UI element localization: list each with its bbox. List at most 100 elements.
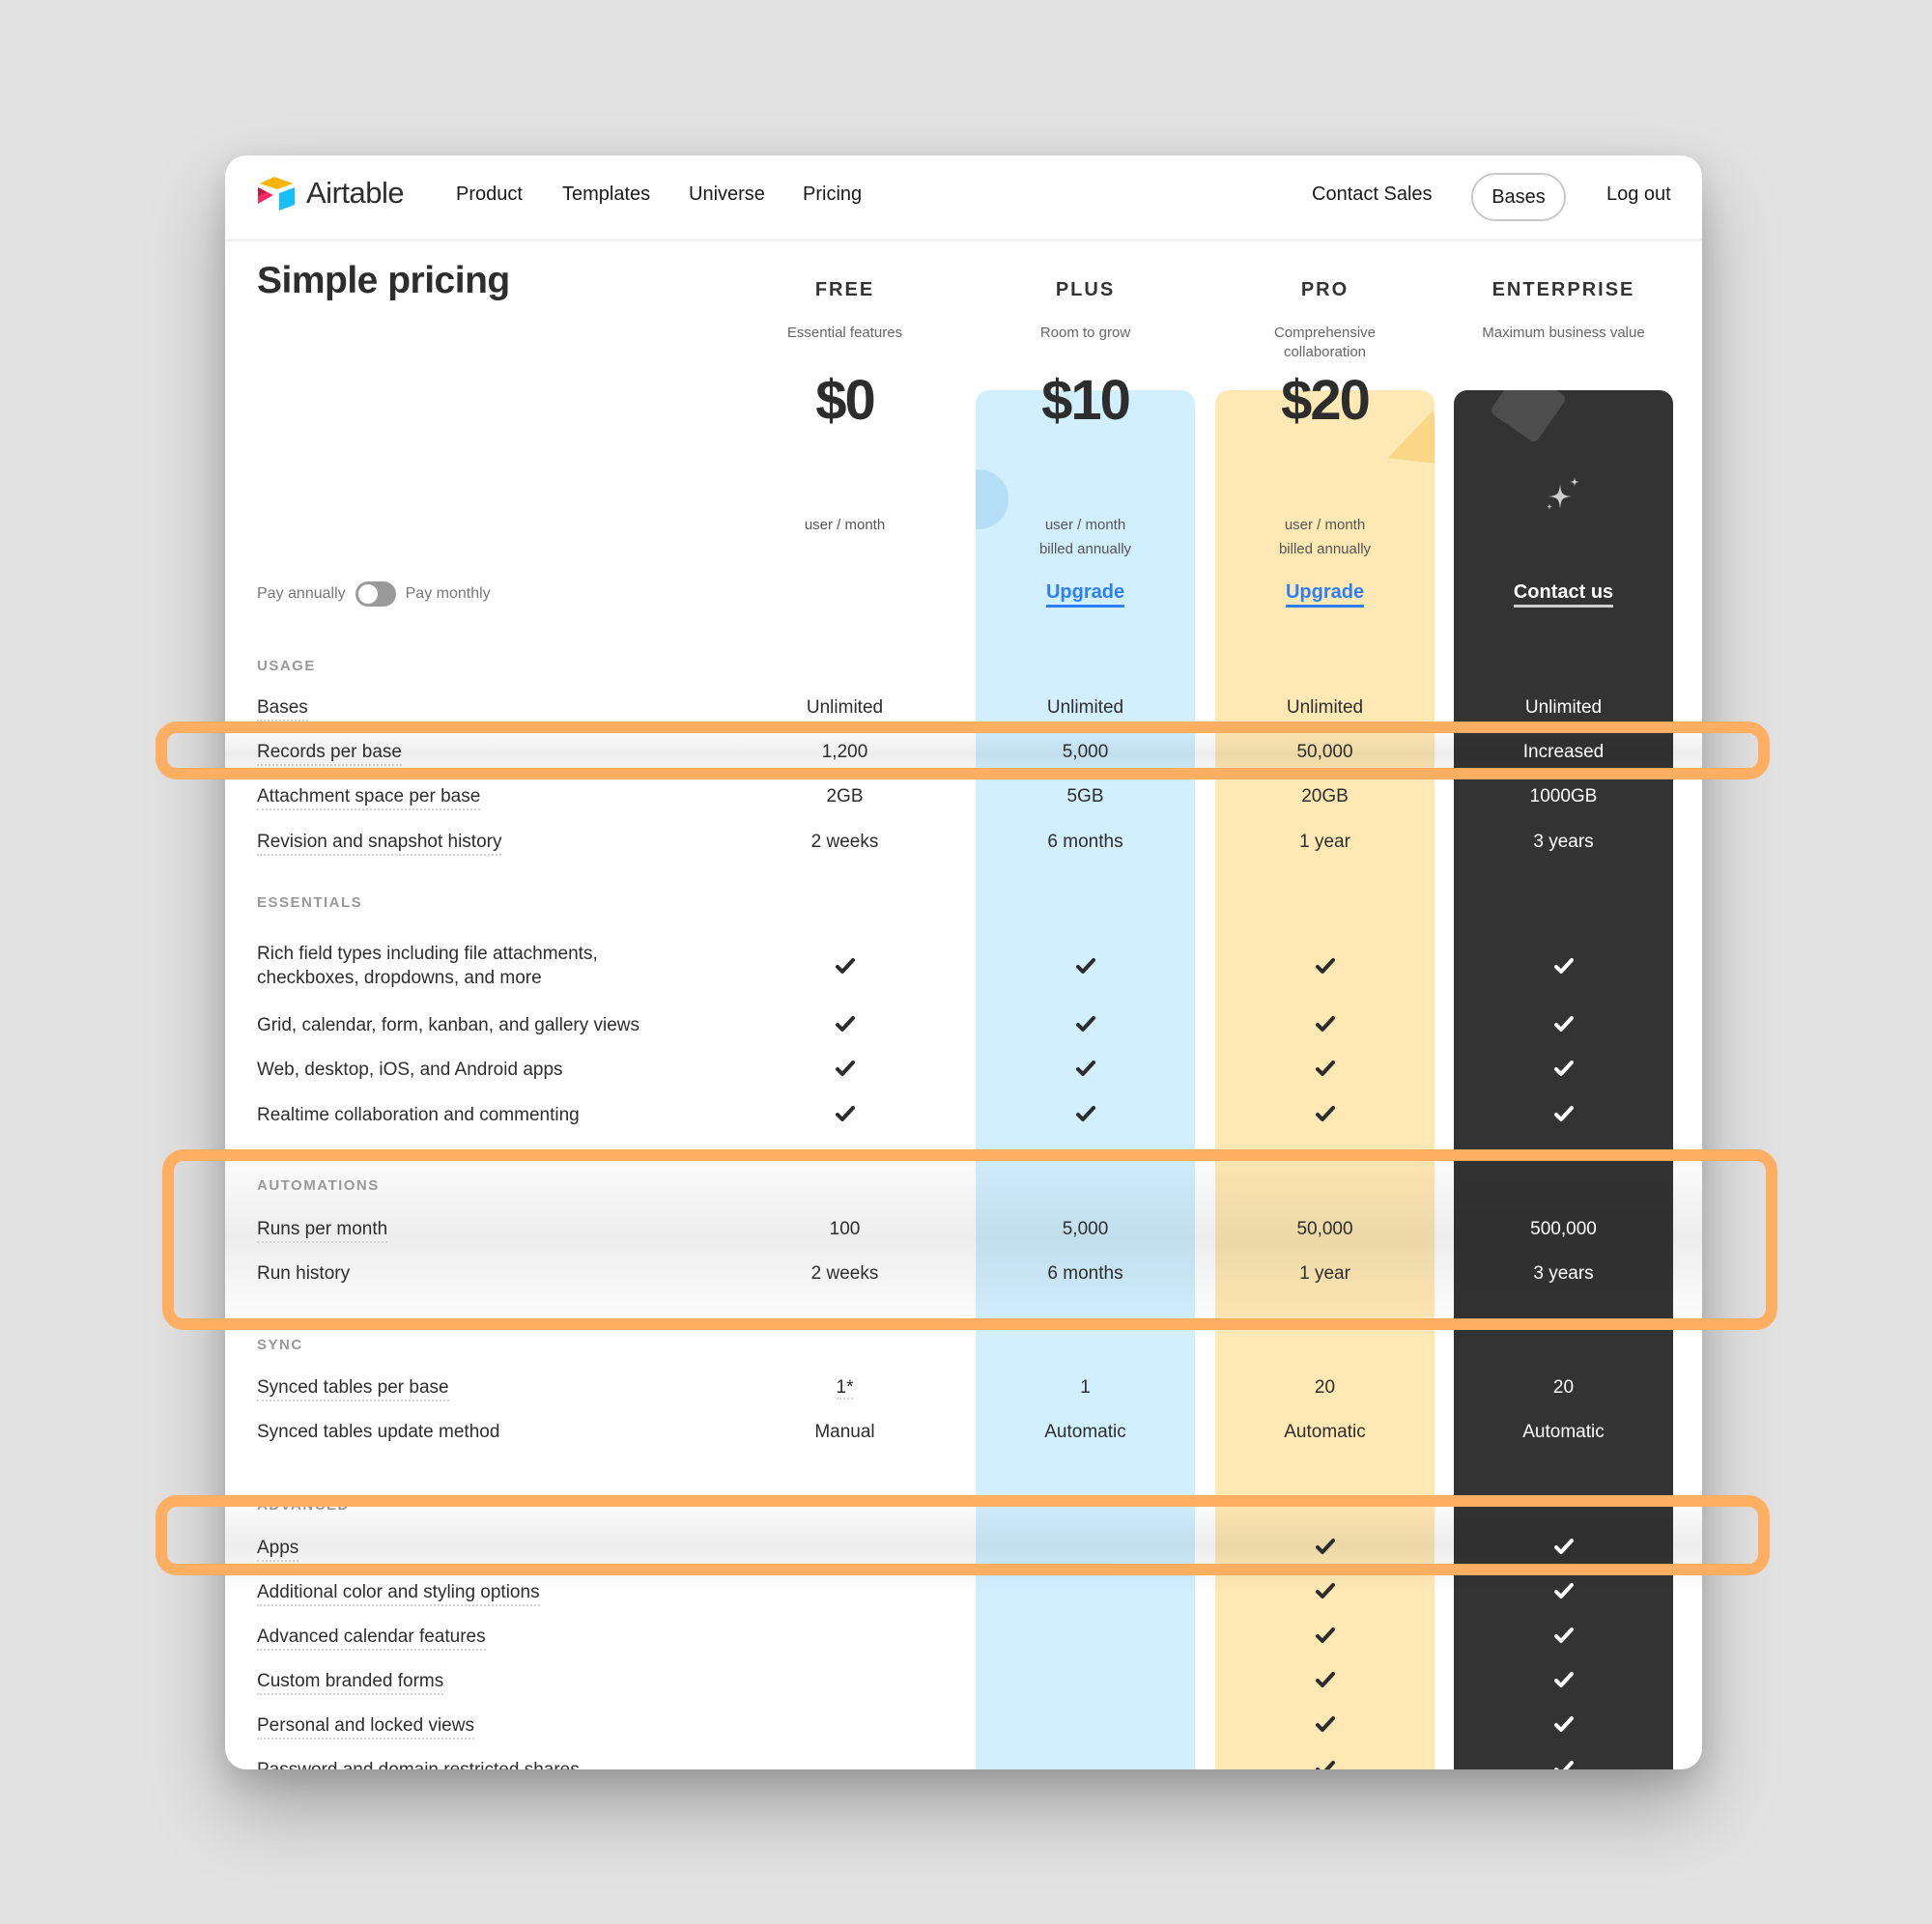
check-icon (1075, 957, 1095, 981)
feature-value-pro: 50,000 (1215, 1217, 1435, 1241)
feature-label[interactable]: Password and domain restricted shares (257, 1758, 580, 1769)
feature-label[interactable]: Synced tables per base (257, 1375, 449, 1401)
feature-value-text: 2 weeks (810, 1263, 879, 1284)
tier-name-free: FREE (814, 279, 875, 300)
price-unit-free: user / month (804, 517, 886, 533)
feature-value-enterprise (1454, 1060, 1673, 1084)
upgrade-pro-label[interactable]: Upgrade (1285, 581, 1365, 608)
feature-value-plus (976, 1105, 1195, 1129)
feature-value-pro (1215, 1105, 1435, 1129)
feature-value-plus (976, 1015, 1195, 1039)
check-icon (1315, 1105, 1335, 1129)
check-icon (1315, 1538, 1335, 1562)
upgrade-plus-label[interactable]: Upgrade (1045, 581, 1125, 608)
feature-row-synced-tables: Synced tables per base 1* 1 20 20 (225, 1366, 1702, 1410)
feature-row-calendar: Advanced calendar features (225, 1615, 1702, 1659)
contact-us-label[interactable]: Contact us (1513, 581, 1614, 608)
section-automations: AUTOMATIONS (257, 1177, 380, 1194)
check-icon (835, 957, 855, 981)
check-icon (1315, 1671, 1335, 1695)
feature-value-plus (976, 957, 1195, 981)
feature-row-attachment: Attachment space per base 2GB 5GB 20GB 1000G… (225, 775, 1702, 819)
check-icon (1553, 1715, 1574, 1740)
feature-value-text: 2 weeks (810, 832, 879, 852)
bases-button[interactable]: Bases (1471, 173, 1566, 221)
feature-value-text: Unlimited (806, 697, 884, 718)
tier-subtitle-enterprise: Maximum business value (1482, 325, 1645, 341)
feature-value-text: 20GB (1301, 786, 1349, 806)
feature-value-pro: 1 year (1215, 830, 1435, 854)
check-icon (1315, 1715, 1335, 1740)
feature-row-views: Grid, calendar, form, kanban, and galler… (225, 1004, 1702, 1048)
pay-annually-label: Pay annually (257, 585, 346, 602)
feature-value-enterprise: 20 (1454, 1375, 1673, 1400)
price-pro: $20 (1281, 369, 1371, 432)
nav-pricing[interactable]: Pricing (803, 184, 862, 206)
feature-value-text: 20 (1314, 1377, 1336, 1398)
feature-value-pro: Unlimited (1215, 695, 1435, 720)
feature-value-free: 2GB (735, 784, 954, 808)
logout-link[interactable]: Log out (1606, 184, 1671, 206)
check-icon (1553, 1671, 1574, 1695)
tier-subtitle-free: Essential features (786, 325, 903, 341)
feature-label[interactable]: Revision and snapshot history (257, 830, 502, 856)
feature-row-styling: Additional color and styling options (225, 1570, 1702, 1615)
feature-label[interactable]: Bases (257, 695, 308, 722)
airtable-logo-icon (258, 177, 295, 211)
feature-row-runs: Runs per month 100 5,000 50,000 500,000 (225, 1207, 1702, 1252)
price-plus: $10 (1041, 369, 1131, 432)
feature-value-pro (1215, 957, 1435, 981)
billing-toggle[interactable] (355, 581, 396, 607)
feature-label[interactable]: Apps (257, 1536, 299, 1562)
nav-universe[interactable]: Universe (689, 184, 765, 206)
feature-value-enterprise: 3 years (1454, 1261, 1673, 1286)
feature-value-text: Unlimited (1524, 697, 1603, 718)
brand-name: Airtable (306, 176, 405, 210)
contact-sales-link[interactable]: Contact Sales (1312, 184, 1433, 206)
feature-label[interactable]: Runs per month (257, 1217, 388, 1243)
feature-value-text: 3 years (1533, 832, 1594, 852)
feature-label[interactable]: Records per base (257, 740, 402, 766)
upgrade-pro-link[interactable]: Upgrade (1215, 581, 1435, 608)
feature-value-pro (1215, 1582, 1435, 1606)
nav-product[interactable]: Product (456, 184, 523, 206)
feature-value-text: 50,000 (1296, 742, 1353, 762)
feature-value-text: 1000GB (1529, 786, 1598, 806)
price-unit-plus: user / month (1044, 517, 1126, 533)
check-icon (1315, 957, 1335, 981)
tier-subtitle-pro: Comprehensive collaboration (1215, 324, 1435, 362)
feature-value-enterprise: 500,000 (1454, 1217, 1673, 1241)
feature-value-pro (1215, 1060, 1435, 1084)
feature-value-pro: 20GB (1215, 784, 1435, 808)
check-icon (1553, 1627, 1574, 1651)
feature-value-text: Automatic (1044, 1422, 1126, 1442)
feature-value-enterprise: 3 years (1454, 830, 1673, 854)
feature-label[interactable]: Attachment space per base (257, 784, 481, 810)
feature-value-pro (1215, 1715, 1435, 1740)
feature-row-records: Records per base 1,200 5,000 50,000 Increase… (225, 730, 1702, 775)
billing-note-plus: billed annually (1038, 541, 1132, 557)
tier-name-enterprise: ENTERPRISE (1492, 279, 1635, 300)
toggle-knob (357, 584, 378, 604)
feature-label[interactable]: Additional color and styling options (257, 1580, 540, 1606)
feature-label[interactable]: Personal and locked views (257, 1713, 474, 1740)
nav-templates[interactable]: Templates (562, 184, 650, 206)
feature-value-enterprise (1454, 1715, 1673, 1740)
tier-subtitle-pro-line2: collaboration (1283, 344, 1367, 360)
feature-value-text: Unlimited (1046, 697, 1124, 718)
check-icon (835, 1060, 855, 1084)
section-advanced: ADVANCED (257, 1497, 350, 1514)
feature-label[interactable]: Custom branded forms (257, 1669, 444, 1695)
feature-value-text: 1,200 (821, 742, 868, 762)
contact-us-link[interactable]: Contact us (1454, 581, 1673, 608)
feature-row-revision: Revision and snapshot history 2 weeks 6 mo… (225, 820, 1702, 864)
feature-value-pro (1215, 1015, 1435, 1039)
feature-value-enterprise (1454, 1538, 1673, 1562)
feature-value-free: 1* (735, 1375, 954, 1400)
feature-label[interactable]: Advanced calendar features (257, 1625, 486, 1651)
airtable-logo[interactable]: Airtable (256, 175, 405, 212)
feature-value-pro (1215, 1538, 1435, 1562)
check-icon (1553, 1538, 1574, 1562)
feature-value-text: Manual (814, 1422, 875, 1442)
upgrade-plus-link[interactable]: Upgrade (976, 581, 1195, 608)
